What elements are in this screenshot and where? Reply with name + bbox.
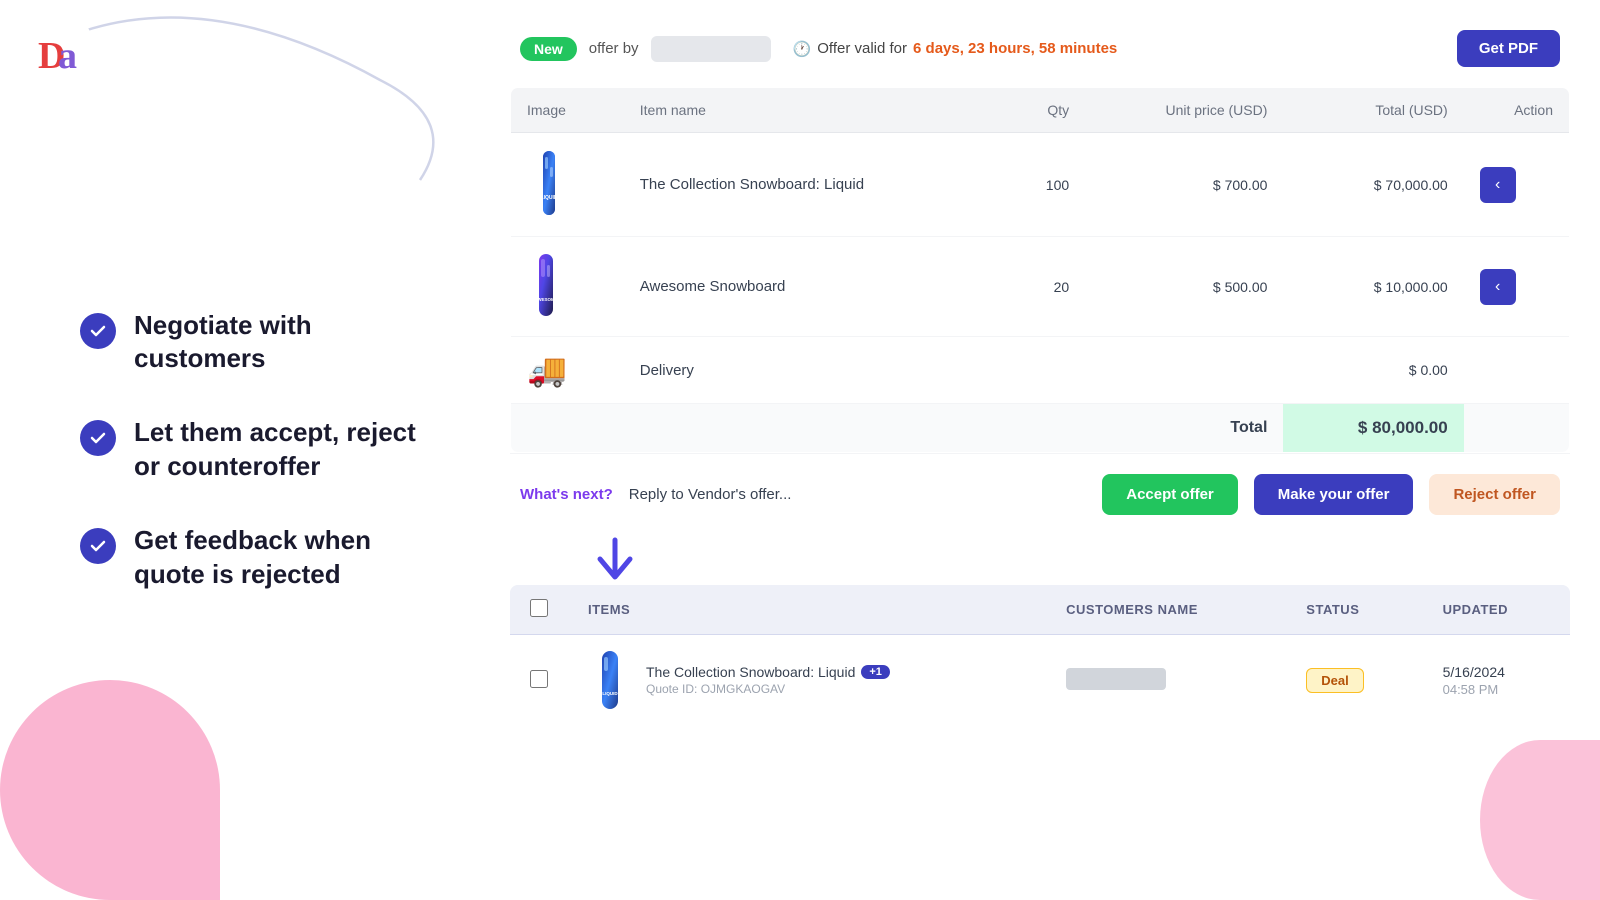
bottom-table-row-0: LIQUID The Collection Snowboard: Liquid … bbox=[510, 635, 1570, 726]
bottom-col-status: STATUS bbox=[1286, 585, 1422, 635]
table-row-2: 🚚 Delivery $ 0.00 bbox=[511, 337, 1570, 404]
check-icon-0 bbox=[80, 313, 116, 349]
left-panel: Negotiate with customers Let them accept… bbox=[0, 0, 480, 900]
row1-qty: 20 bbox=[1003, 237, 1085, 337]
offer-validity-prefix: Offer valid for bbox=[817, 40, 907, 57]
badge-new: New bbox=[520, 37, 577, 61]
delivery-truck-icon: 🚚 bbox=[527, 352, 567, 388]
svg-text:LIQUID: LIQUID bbox=[541, 195, 558, 201]
customer-name-blurred bbox=[1066, 668, 1166, 690]
row1-total: $ 10,000.00 bbox=[1283, 237, 1463, 337]
total-label: Total bbox=[1085, 404, 1283, 453]
table-header-row: Image Item name Qty Unit price (USD) Tot… bbox=[511, 88, 1570, 133]
row2-unit-price bbox=[1085, 337, 1283, 404]
col-total: Total (USD) bbox=[1283, 88, 1463, 133]
updated-date: 5/16/2024 bbox=[1443, 664, 1550, 680]
bottom-row0-item-name-main: The Collection Snowboard: Liquid +1 bbox=[646, 664, 890, 680]
offer-validity: 🕐 Offer valid for 6 days, 23 hours, 58 m… bbox=[793, 40, 1118, 58]
col-action: Action bbox=[1464, 88, 1570, 133]
status-badge-deal: Deal bbox=[1306, 668, 1363, 693]
bottom-row0-customer bbox=[1046, 635, 1286, 726]
bottom-section: ITEMS CUSTOMERS NAME STATUS UPDATED bbox=[510, 585, 1570, 725]
row1-unit-price: $ 500.00 bbox=[1085, 237, 1283, 337]
bottom-row0-status: Deal bbox=[1286, 635, 1422, 726]
row0-action: ‹ bbox=[1464, 133, 1570, 237]
table-total-row: Total $ 80,000.00 bbox=[511, 404, 1570, 453]
row0-checkbox[interactable] bbox=[530, 670, 548, 688]
feature-list: Negotiate with customers Let them accept… bbox=[80, 309, 430, 592]
row0-action-button[interactable]: ‹ bbox=[1480, 167, 1516, 203]
feature-item-1: Let them accept, reject or counteroffer bbox=[80, 416, 430, 484]
offer-header: New offer by 🕐 Offer valid for 6 days, 2… bbox=[510, 20, 1570, 87]
clock-icon: 🕐 bbox=[793, 40, 812, 58]
row2-image: 🚚 bbox=[511, 337, 624, 404]
row2-total: $ 0.00 bbox=[1283, 337, 1463, 404]
offer-by-value bbox=[651, 36, 771, 62]
bottom-col-updated: UPDATED bbox=[1423, 585, 1570, 635]
row2-action bbox=[1464, 337, 1570, 404]
make-offer-button[interactable]: Make your offer bbox=[1254, 474, 1414, 515]
bottom-header-row: ITEMS CUSTOMERS NAME STATUS UPDATED bbox=[510, 585, 1570, 635]
get-pdf-button[interactable]: Get PDF bbox=[1457, 30, 1560, 67]
feature-text-1: Let them accept, reject or counteroffer bbox=[134, 416, 430, 484]
snowboard-liquid-img: LIQUID bbox=[527, 147, 571, 219]
col-image: Image bbox=[511, 88, 624, 133]
reject-offer-button[interactable]: Reject offer bbox=[1429, 474, 1560, 515]
row0-image: LIQUID bbox=[511, 133, 624, 237]
whats-next-label: What's next? bbox=[520, 486, 613, 503]
offer-validity-time: 6 days, 23 hours, 58 minutes bbox=[913, 40, 1117, 57]
check-icon-2 bbox=[80, 528, 116, 564]
col-unit-price: Unit price (USD) bbox=[1085, 88, 1283, 133]
accept-offer-button[interactable]: Accept offer bbox=[1102, 474, 1238, 515]
arrow-down-icon bbox=[590, 535, 640, 585]
row0-qty: 100 bbox=[1003, 133, 1085, 237]
total-value: $ 80,000.00 bbox=[1283, 404, 1463, 453]
bottom-row0-badge: +1 bbox=[861, 665, 890, 679]
svg-text:AWESOME: AWESOME bbox=[534, 297, 558, 302]
bottom-row0-item: LIQUID The Collection Snowboard: Liquid … bbox=[568, 635, 1046, 726]
feature-item-0: Negotiate with customers bbox=[80, 309, 430, 377]
table-row-0: LIQUID The Collection Snowboard: Liquid … bbox=[511, 133, 1570, 237]
feature-item-2: Get feedback when quote is rejected bbox=[80, 524, 430, 592]
snowboard-awesome-img: AWESOME bbox=[527, 251, 565, 319]
bottom-row0-item-name-cell: The Collection Snowboard: Liquid +1 Quot… bbox=[646, 664, 890, 696]
row0-unit-price: $ 700.00 bbox=[1085, 133, 1283, 237]
bottom-col-customers: CUSTOMERS NAME bbox=[1046, 585, 1286, 635]
offer-by-label: offer by bbox=[589, 40, 639, 57]
svg-text:LIQUID: LIQUID bbox=[602, 691, 618, 696]
bottom-row0-updated: 5/16/2024 04:58 PM bbox=[1423, 635, 1570, 726]
row2-item-name: Delivery bbox=[624, 337, 1003, 404]
arrow-container bbox=[510, 535, 1570, 585]
bottom-col-checkbox bbox=[510, 585, 568, 635]
bottom-row0-item-name-text: The Collection Snowboard: Liquid bbox=[646, 664, 855, 680]
row1-image: AWESOME bbox=[511, 237, 624, 337]
col-qty: Qty bbox=[1003, 88, 1085, 133]
bottom-snowboard-img: LIQUID bbox=[588, 649, 632, 711]
reply-section: What's next? Reply to Vendor's offer... … bbox=[510, 453, 1570, 535]
updated-time: 04:58 PM bbox=[1443, 682, 1550, 697]
row1-action: ‹ bbox=[1464, 237, 1570, 337]
quote-table: Image Item name Qty Unit price (USD) Tot… bbox=[510, 87, 1570, 453]
feature-text-0: Negotiate with customers bbox=[134, 309, 430, 377]
bottom-col-items: ITEMS bbox=[568, 585, 1046, 635]
main-content: New offer by 🕐 Offer valid for 6 days, 2… bbox=[480, 0, 1600, 900]
row1-action-button[interactable]: ‹ bbox=[1480, 269, 1516, 305]
row0-total: $ 70,000.00 bbox=[1283, 133, 1463, 237]
check-icon-1 bbox=[80, 420, 116, 456]
bottom-table: ITEMS CUSTOMERS NAME STATUS UPDATED bbox=[510, 585, 1570, 725]
col-item-name: Item name bbox=[624, 88, 1003, 133]
row1-item-name: Awesome Snowboard bbox=[624, 237, 1003, 337]
table-row-1: AWESOME Awesome Snowboard 20 $ 500.00 $ … bbox=[511, 237, 1570, 337]
row0-item-name: The Collection Snowboard: Liquid bbox=[624, 133, 1003, 237]
feature-text-2: Get feedback when quote is rejected bbox=[134, 524, 430, 592]
reply-text: Reply to Vendor's offer... bbox=[629, 486, 792, 503]
row2-qty bbox=[1003, 337, 1085, 404]
select-all-checkbox[interactable] bbox=[530, 599, 548, 617]
bottom-row0-quote-id: Quote ID: OJMGKAOGAV bbox=[646, 682, 890, 696]
bottom-row0-checkbox bbox=[510, 635, 568, 726]
